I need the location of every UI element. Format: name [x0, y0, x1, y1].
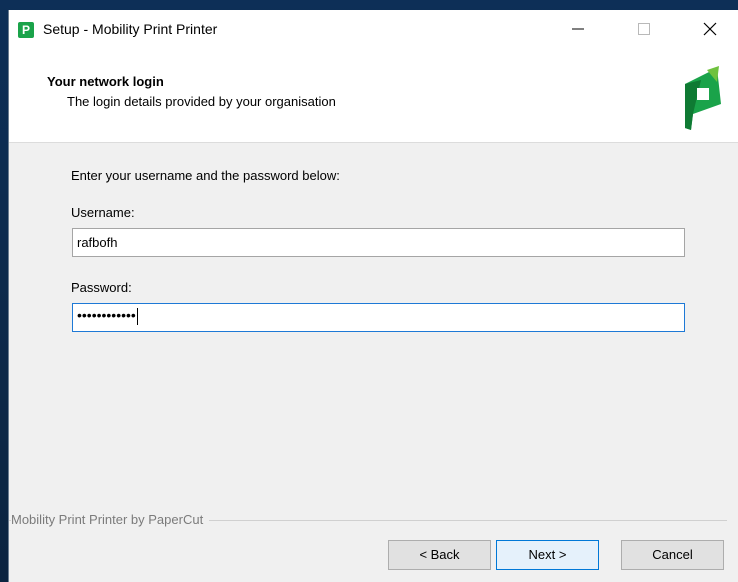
brand-separator: Mobility Print Printer by PaperCut [9, 512, 738, 528]
minimize-icon [572, 28, 584, 30]
app-icon-letter: P [21, 23, 30, 37]
wizard-header: Your network login The login details pro… [9, 48, 738, 143]
page-title: Your network login [47, 74, 164, 89]
title-bar[interactable]: P Setup - Mobility Print Printer [9, 10, 738, 48]
setup-window: P Setup - Mobility Print Printer Your ne… [8, 10, 738, 582]
maximize-icon [638, 23, 650, 35]
next-button[interactable]: Next > [496, 540, 599, 570]
password-masked-value: •••••••••••• [77, 307, 136, 323]
page-subtitle: The login details provided by your organ… [67, 94, 336, 109]
text-caret [136, 308, 138, 326]
instruction-text: Enter your username and the password bel… [71, 168, 340, 183]
username-value: rafbofh [77, 235, 118, 250]
username-input[interactable]: rafbofh [72, 228, 685, 257]
wizard-body: Enter your username and the password bel… [9, 143, 738, 582]
back-button[interactable]: < Back [388, 540, 491, 570]
cancel-button[interactable]: Cancel [621, 540, 724, 570]
brand-text: Mobility Print Printer by PaperCut [11, 512, 210, 527]
papercut-logo-icon [685, 66, 721, 130]
papercut-app-icon: P [18, 22, 34, 38]
window-title: Setup - Mobility Print Printer [43, 21, 218, 37]
close-icon [703, 22, 717, 36]
username-label: Username: [71, 205, 135, 220]
password-input[interactable]: •••••••••••• [72, 303, 685, 332]
maximize-button[interactable] [621, 10, 667, 48]
minimize-button[interactable] [555, 10, 601, 48]
password-label: Password: [71, 280, 132, 295]
close-button[interactable] [687, 10, 733, 48]
